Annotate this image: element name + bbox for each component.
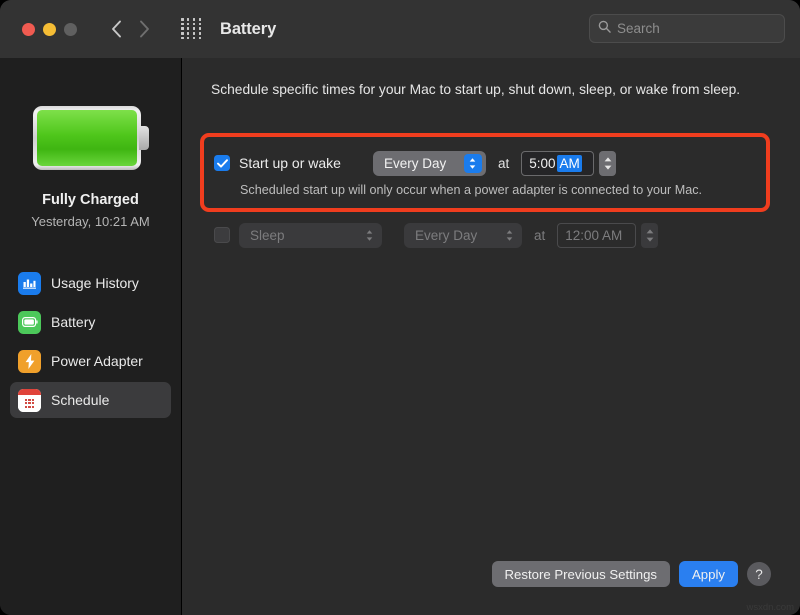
sidebar-item-battery[interactable]: Battery [10,304,171,340]
search-icon [598,20,611,38]
startup-time-meridiem[interactable]: AM [557,155,581,172]
schedule-pane: Schedule specific times for your Mac to … [183,58,800,615]
sleep-row: Sleep Every Day at [214,222,658,248]
battery-icon [18,311,41,334]
startup-or-wake-label: Start up or wake [239,155,341,171]
minimize-button-icon[interactable] [43,23,56,36]
chevron-up-down-icon [360,226,378,245]
startup-or-wake-row: Start up or wake Every Day at 5:00 AM [214,150,616,176]
sleep-day-value: Every Day [415,228,477,243]
battery-full-icon [33,106,149,170]
sleep-checkbox[interactable] [214,227,230,243]
chevron-up-down-icon [500,226,518,245]
startup-time-field[interactable]: 5:00 AM [521,151,594,176]
page-title: Battery [220,20,276,39]
sleep-action-value: Sleep [250,228,285,243]
sidebar-item-label: Power Adapter [51,353,143,369]
restore-previous-settings-button[interactable]: Restore Previous Settings [492,561,670,587]
search-input[interactable] [617,21,794,36]
show-all-preferences-grid-icon[interactable] [181,18,203,40]
lightning-bolt-icon [18,350,41,373]
help-button[interactable]: ? [747,562,771,586]
startup-time-stepper[interactable] [599,151,616,176]
calendar-icon [18,389,41,412]
sidebar-item-usage-history[interactable]: Usage History [10,265,171,301]
traffic-lights [22,23,77,36]
sidebar-item-label: Schedule [51,392,109,408]
battery-last-charged-label: Yesterday, 10:21 AM [0,214,181,229]
startup-or-wake-checkbox[interactable] [214,155,230,171]
sleep-time-stepper[interactable] [641,223,658,248]
startup-time-value: 5:00 [529,156,555,171]
startup-hint-text: Scheduled start up will only occur when … [240,183,702,197]
startup-day-popup[interactable]: Every Day [373,151,486,176]
battery-preferences-window: Battery Fully Charged Yesterday, 10:21 A… [0,0,800,615]
footer-actions: Restore Previous Settings Apply ? [492,561,771,587]
battery-status-label: Fully Charged [0,192,181,208]
sidebar-item-label: Usage History [51,275,139,291]
chevron-up-down-icon [464,154,482,173]
sleep-time-value: 12:00 AM [565,228,622,243]
title-bar: Battery [0,0,800,58]
schedule-description: Schedule specific times for your Mac to … [211,80,771,101]
startup-at-label: at [498,156,509,171]
sidebar-item-schedule[interactable]: Schedule [10,382,171,418]
navigation-controls [105,16,155,42]
startup-day-value: Every Day [384,156,446,171]
apply-button[interactable]: Apply [679,561,738,587]
sidebar-item-power-adapter[interactable]: Power Adapter [10,343,171,379]
sleep-time-field[interactable]: 12:00 AM [557,223,636,248]
sidebar: Fully Charged Yesterday, 10:21 AM Usage … [0,58,182,615]
bar-chart-icon [18,272,41,295]
forward-chevron-icon[interactable] [133,16,155,42]
sleep-action-popup[interactable]: Sleep [239,223,382,248]
zoom-button-icon[interactable] [64,23,77,36]
sidebar-item-label: Battery [51,314,95,330]
sidebar-nav-list: Usage History Battery [0,265,181,418]
sleep-day-popup[interactable]: Every Day [404,223,522,248]
watermark: wsxdn.com [746,602,794,613]
back-chevron-icon[interactable] [105,16,127,42]
close-button-icon[interactable] [22,23,35,36]
sleep-at-label: at [534,228,545,243]
search-field[interactable] [589,14,785,43]
